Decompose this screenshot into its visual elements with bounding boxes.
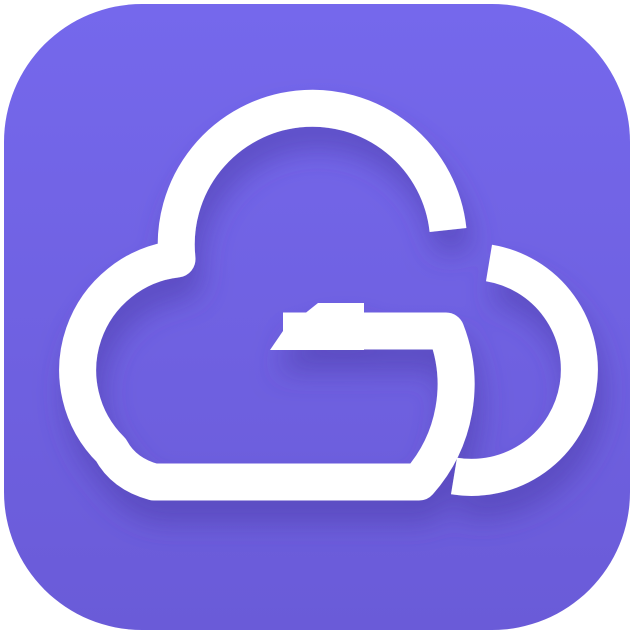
icon-stage	[0, 0, 636, 636]
app-icon-tile[interactable]	[4, 4, 630, 630]
app-icon-graphic	[4, 4, 630, 630]
